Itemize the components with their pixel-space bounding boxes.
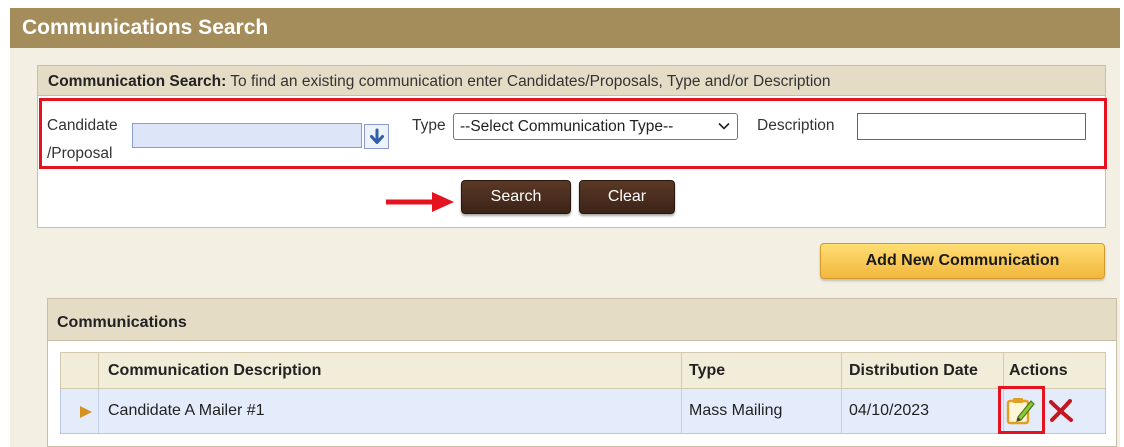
- delete-x-icon[interactable]: [1048, 399, 1074, 423]
- communications-table: Communication Description Type Distribut…: [60, 352, 1106, 434]
- row-type: Mass Mailing: [689, 402, 783, 419]
- search-heading-text: To find an existing communication enter …: [226, 73, 831, 90]
- search-heading-bold: Communication Search:: [48, 73, 227, 90]
- clear-button[interactable]: Clear: [579, 180, 675, 214]
- triangle-right-icon[interactable]: [80, 406, 92, 418]
- column-header-actions: Actions: [1009, 362, 1068, 379]
- edit-action-highlight: [998, 386, 1045, 434]
- communications-panel-header: Communications: [48, 299, 1116, 341]
- row-description: Candidate A Mailer #1: [108, 402, 265, 419]
- column-header-date[interactable]: Distribution Date: [849, 362, 978, 380]
- row-date: 04/10/2023: [849, 402, 930, 419]
- page-title: Communications Search: [22, 16, 269, 39]
- search-fields-highlight: [39, 98, 1107, 169]
- communications-title: Communications: [57, 314, 187, 331]
- column-header-type[interactable]: Type: [689, 362, 725, 380]
- search-panel-header: Communication Search: To find an existin…: [38, 66, 1105, 96]
- red-arrow-icon: [386, 192, 454, 212]
- page-header: Communications Search: [10, 8, 1120, 48]
- table-row[interactable]: Candidate A Mailer #1 Mass Mailing 04/10…: [60, 389, 1106, 434]
- column-header-description[interactable]: Communication Description: [108, 362, 321, 380]
- table-header-row: Communication Description Type Distribut…: [60, 352, 1106, 389]
- search-instructions: Communication Search: To find an existin…: [48, 73, 831, 91]
- search-button[interactable]: Search: [461, 180, 571, 214]
- add-new-communication-button[interactable]: Add New Communication: [820, 243, 1105, 279]
